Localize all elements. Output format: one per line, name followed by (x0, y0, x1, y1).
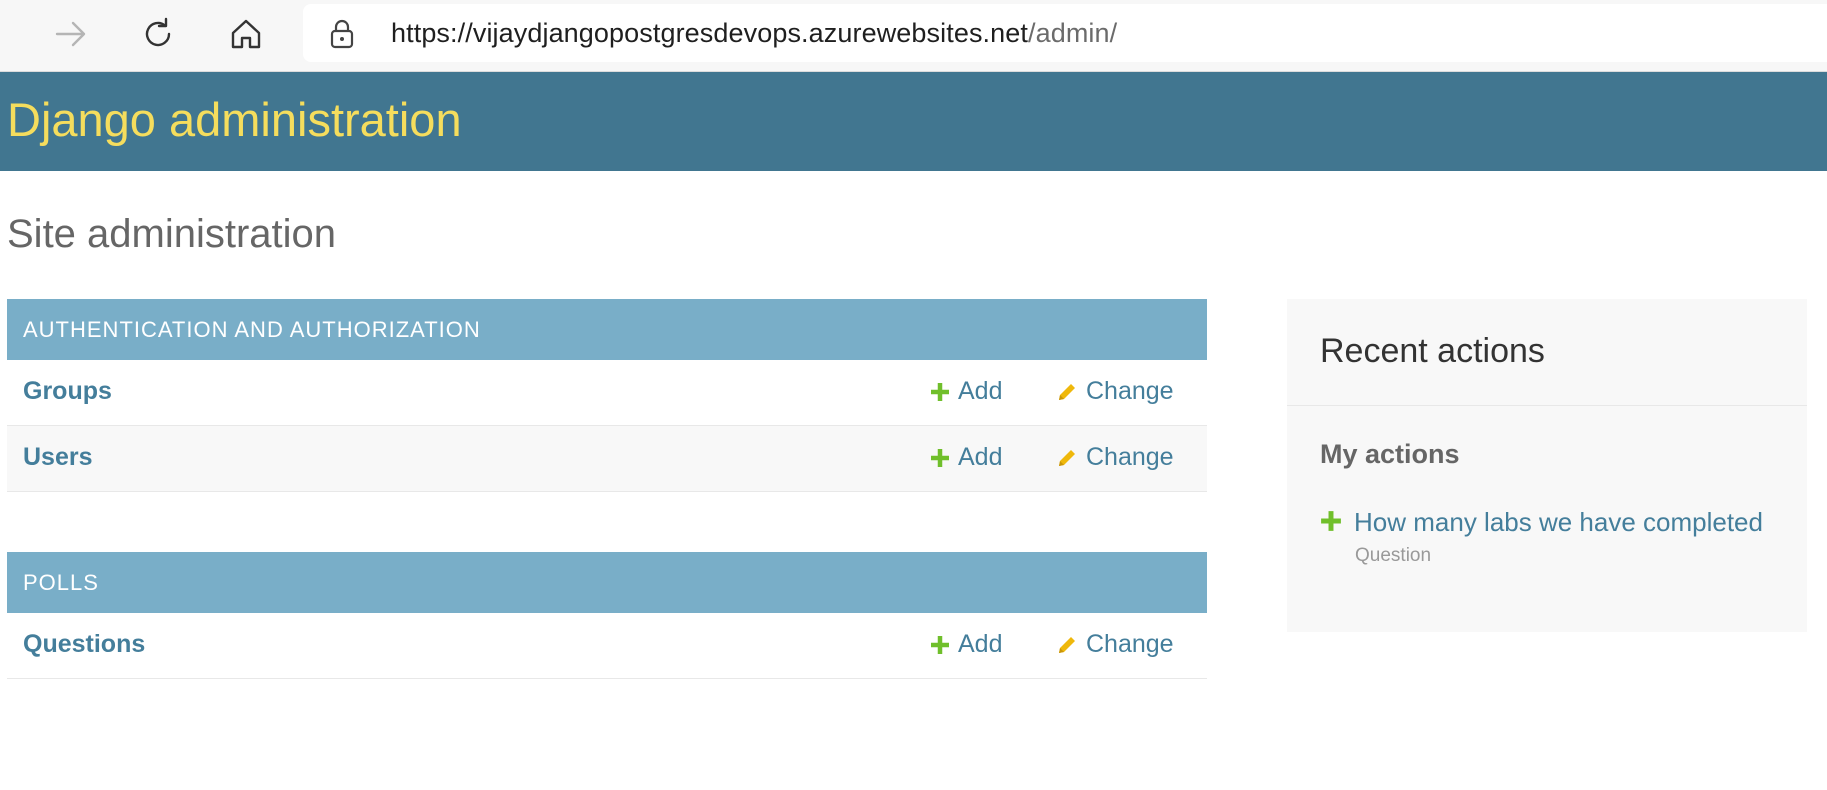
model-link-groups[interactable]: Groups (23, 377, 112, 406)
refresh-button[interactable] (136, 12, 180, 56)
divider (1287, 405, 1807, 406)
model-link-questions[interactable]: Questions (23, 630, 145, 659)
url-host: https://vijaydjangopostgresdevops.azurew… (391, 18, 1028, 48)
refresh-icon (145, 17, 171, 47)
browser-toolbar: https://vijaydjangopostgresdevops.azurew… (0, 0, 1827, 72)
change-label: Change (1086, 630, 1174, 658)
my-actions-heading: My actions (1320, 439, 1460, 469)
url-path: /admin/ (1027, 18, 1118, 48)
add-label: Add (958, 443, 1003, 471)
home-button[interactable] (224, 12, 268, 56)
add-users-button[interactable]: Add (930, 443, 1002, 472)
address-url[interactable]: https://vijaydjangopostgresdevops.azurew… (391, 18, 1117, 49)
change-groups-button[interactable]: Change (1056, 377, 1174, 406)
address-bar[interactable]: https://vijaydjangopostgresdevops.azurew… (303, 4, 1827, 62)
change-label: Change (1086, 377, 1174, 405)
plus-icon (1321, 511, 1341, 531)
page-title: Site administration (7, 212, 337, 256)
recent-actions-panel: Recent actions My actions How many labs … (1287, 299, 1807, 632)
site-branding[interactable]: Django administration (7, 92, 462, 147)
module-caption-auth[interactable]: AUTHENTICATION AND AUTHORIZATION (7, 299, 1207, 360)
forward-button[interactable] (49, 12, 93, 56)
add-groups-button[interactable]: Add (930, 377, 1002, 406)
change-questions-button[interactable]: Change (1056, 630, 1174, 659)
add-label: Add (958, 630, 1003, 658)
plus-icon (931, 448, 949, 467)
site-header: Django administration (0, 72, 1827, 171)
plus-icon (931, 382, 949, 401)
change-users-button[interactable]: Change (1056, 443, 1174, 472)
home-icon (231, 19, 261, 49)
model-row-groups: Groups Add Change (7, 360, 1207, 426)
plus-icon (931, 635, 949, 654)
pencil-icon (1059, 449, 1075, 466)
model-link-users[interactable]: Users (23, 443, 93, 472)
change-label: Change (1086, 443, 1174, 471)
module-authentication: AUTHENTICATION AND AUTHORIZATION Groups … (7, 299, 1207, 492)
model-row-users: Users Add Change (7, 426, 1207, 492)
module-polls: POLLS Questions Add Change (7, 552, 1207, 679)
recent-action-type: Question (1355, 545, 1432, 566)
recent-action-item[interactable]: How many labs we have completed (1320, 507, 1763, 538)
recent-action-link[interactable]: How many labs we have completed (1354, 507, 1763, 538)
add-label: Add (958, 377, 1003, 405)
model-row-questions: Questions Add Change (7, 613, 1207, 679)
module-caption-polls[interactable]: POLLS (7, 552, 1207, 613)
pencil-icon (1059, 383, 1075, 400)
add-questions-button[interactable]: Add (930, 630, 1002, 659)
arrow-right-icon (55, 21, 86, 47)
pencil-icon (1059, 636, 1075, 653)
recent-actions-title: Recent actions (1320, 332, 1545, 370)
lock-icon (329, 19, 355, 54)
